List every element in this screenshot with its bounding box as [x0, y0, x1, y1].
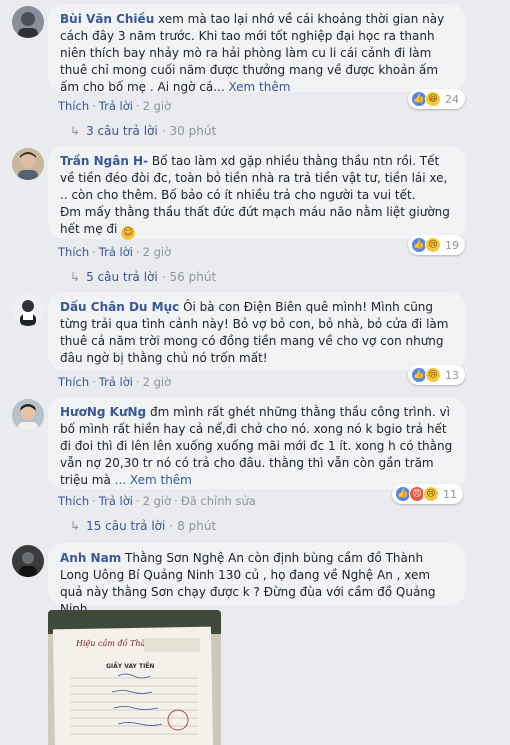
- comment-bubble: Dấu Chân Du Mục Ôi bà con Điện Biên quê …: [48, 292, 466, 370]
- reaction-count: 13: [445, 368, 459, 382]
- comment-author[interactable]: Dấu Chân Du Mục: [60, 300, 179, 314]
- comment-bubble: Trần Ngân H- Bố tao làm xd gặp nhiều thằ…: [48, 146, 466, 240]
- comment-author[interactable]: Anh Nam: [60, 551, 121, 565]
- like-link[interactable]: Thích: [58, 375, 89, 389]
- view-replies[interactable]: ↳ 15 câu trả lời · 8 phút: [70, 519, 216, 533]
- comment-time[interactable]: 2 giờ: [143, 99, 172, 113]
- reply-count[interactable]: 15 câu trả lời: [86, 519, 165, 533]
- reply-time: 8 phút: [177, 519, 217, 533]
- view-replies[interactable]: ↳ 5 câu trả lời · 56 phút: [70, 270, 216, 284]
- comment-time[interactable]: 2 giờ: [143, 245, 172, 259]
- avatar[interactable]: [12, 6, 44, 38]
- reaction-count: 19: [445, 238, 459, 252]
- reply-link[interactable]: Trả lời: [99, 245, 133, 259]
- like-link[interactable]: Thích: [58, 99, 89, 113]
- comment-author[interactable]: HươNg KưNg: [60, 405, 146, 419]
- comment-author[interactable]: Trần Ngân H-: [60, 154, 148, 168]
- reply-time: 30 phút: [169, 124, 217, 138]
- comment-author[interactable]: Bùi Văn Chiều: [60, 12, 154, 26]
- like-link[interactable]: Thích: [58, 494, 89, 508]
- reaction-summary[interactable]: 👍 😠 😢 11: [392, 484, 463, 504]
- smile-emoji-icon: ☺: [121, 226, 136, 240]
- comment-bubble: Bùi Văn Chiều xem mà tao lại nhớ về cái …: [48, 4, 466, 94]
- sad-reaction-icon: 😢: [425, 367, 441, 383]
- comment-bubble: Anh Nam Thằng Sơn Nghệ An còn định bùng …: [48, 543, 466, 616]
- comment-actions: Thích · Trả lời · 2 giờ · Đã chỉnh sửa: [58, 494, 256, 508]
- avatar[interactable]: [12, 294, 44, 326]
- like-link[interactable]: Thích: [58, 245, 89, 259]
- see-more-link[interactable]: ... Xem thêm: [115, 473, 192, 487]
- reaction-summary[interactable]: 👍 😆 24: [408, 89, 465, 109]
- sad-reaction-icon: 😢: [425, 237, 441, 253]
- reply-arrow-icon: ↳: [70, 519, 81, 533]
- reaction-summary[interactable]: 👍 😢 13: [408, 365, 465, 385]
- reaction-count: 24: [445, 92, 459, 106]
- avatar[interactable]: [12, 399, 44, 431]
- avatar[interactable]: [12, 148, 44, 180]
- edited-label[interactable]: Đã chỉnh sửa: [181, 494, 256, 508]
- view-replies[interactable]: ↳ 3 câu trả lời · 30 phút: [70, 124, 216, 138]
- comment-actions: Thích · Trả lời · 2 giờ: [58, 99, 172, 113]
- reply-count[interactable]: 5 câu trả lời: [86, 270, 158, 284]
- reaction-count: 11: [443, 487, 457, 501]
- see-more-link[interactable]: Xem thêm: [228, 80, 290, 94]
- comment-actions: Thích · Trả lời · 2 giờ: [58, 245, 172, 259]
- comment-bubble: HươNg KưNg đm mình rất ghét những thằng …: [48, 397, 466, 489]
- comment-text-line2: Đm mấy thằng thầu thất đức đứt mạch máu …: [60, 205, 450, 236]
- avatar[interactable]: [12, 545, 44, 577]
- reply-arrow-icon: ↳: [70, 124, 81, 138]
- comment-time[interactable]: 2 giờ: [143, 375, 172, 389]
- reaction-summary[interactable]: 👍 😢 19: [408, 235, 465, 255]
- reply-arrow-icon: ↳: [70, 270, 81, 284]
- reply-time: 56 phút: [169, 270, 217, 284]
- photo-heading: GIẤY VAY TIỀN: [106, 661, 154, 670]
- reply-link[interactable]: Trả lời: [99, 494, 133, 508]
- sad-reaction-icon: 😢: [423, 486, 439, 502]
- attached-photo[interactable]: Hiệu cầm đồ Thành Long GIẤY VAY TIỀN: [48, 610, 221, 745]
- reply-link[interactable]: Trả lời: [99, 99, 133, 113]
- haha-reaction-icon: 😆: [425, 91, 441, 107]
- reply-count[interactable]: 3 câu trả lời: [86, 124, 158, 138]
- comment-actions: Thích · Trả lời · 2 giờ: [58, 375, 172, 389]
- comment-time[interactable]: 2 giờ: [143, 494, 172, 508]
- reply-link[interactable]: Trả lời: [99, 375, 133, 389]
